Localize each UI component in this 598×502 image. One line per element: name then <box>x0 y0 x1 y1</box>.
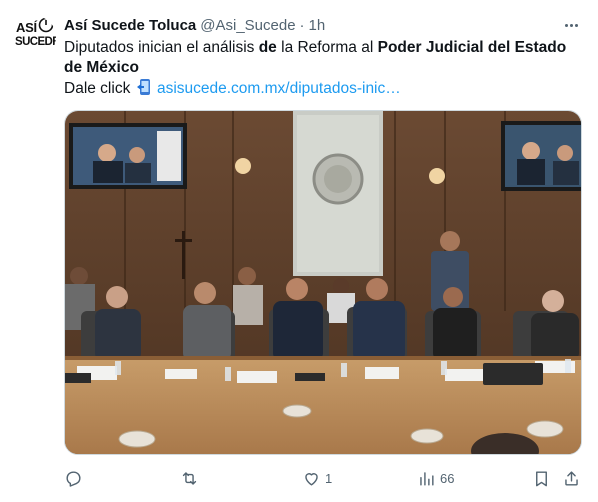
display-name[interactable]: Así Sucede Toluca <box>64 17 196 34</box>
tweet-text-part: Diputados inician el análisis <box>64 39 259 56</box>
reply-icon <box>66 470 81 487</box>
handle[interactable]: @Asi_Sucede <box>200 17 295 34</box>
timestamp[interactable]: 1h <box>309 17 326 34</box>
photo-congress-meeting <box>65 111 581 454</box>
call-to-action-text: Dale click <box>64 80 131 97</box>
tweet-photo[interactable] <box>64 110 582 455</box>
bookmark-icon <box>536 470 547 486</box>
avatar-logo-text-top: ASÍ <box>16 20 37 35</box>
action-bar: 1 66 <box>64 466 584 490</box>
retweet-button[interactable] <box>180 469 203 488</box>
more-options-icon[interactable] <box>560 14 582 36</box>
tweet-text-part: la Reforma al <box>276 39 378 56</box>
views-chart-icon <box>420 471 434 486</box>
share-button[interactable] <box>562 469 581 488</box>
retweet-icon <box>182 471 197 485</box>
views-count: 66 <box>440 470 455 486</box>
heart-icon <box>305 472 318 486</box>
separator-dot: · <box>299 16 305 34</box>
tweet[interactable]: ASÍ SUCEDE Así Sucede Toluca @Asi_Sucede… <box>0 0 598 502</box>
article-link[interactable]: asisucede.com.mx/diputados-inic… <box>157 80 401 97</box>
logo-ring-icon <box>38 17 54 33</box>
tweet-text: Diputados inician el análisis de la Refo… <box>64 38 584 99</box>
share-icon <box>565 470 578 486</box>
avatar[interactable]: ASÍ SUCEDE <box>14 16 56 58</box>
like-button[interactable]: 1 <box>302 469 332 488</box>
tweet-text-bold: de <box>258 39 277 56</box>
avatar-logo-text-bottom: SUCEDE <box>15 36 56 48</box>
views-button[interactable]: 66 <box>417 469 454 488</box>
reply-button[interactable] <box>64 469 87 488</box>
link-line: Dale click asisucede.com.mx/diputados-in… <box>64 78 584 99</box>
bookmark-button[interactable] <box>532 469 551 488</box>
tweet-header: Así Sucede Toluca @Asi_Sucede · 1h <box>64 14 584 36</box>
mobile-phone-arrow-icon <box>136 79 150 95</box>
like-count: 1 <box>325 470 333 486</box>
